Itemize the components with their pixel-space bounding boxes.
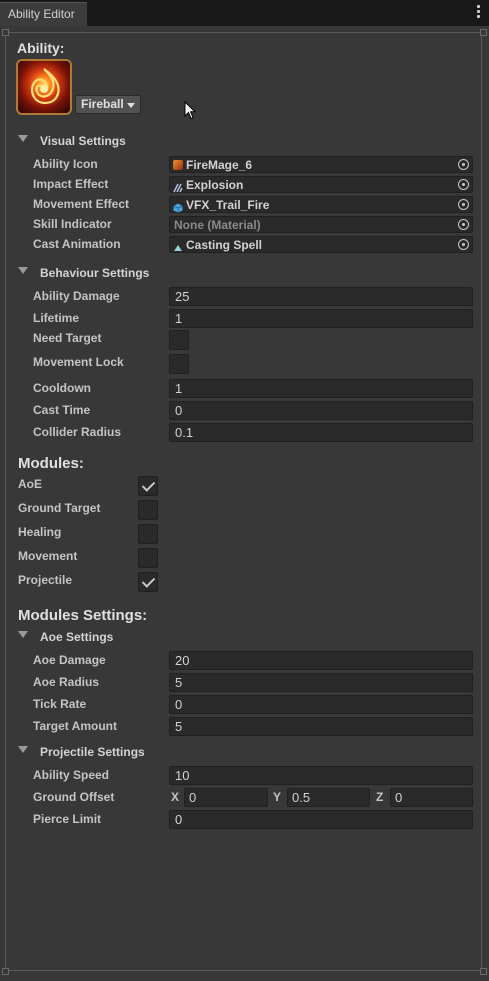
frame-corner bbox=[480, 29, 487, 36]
collider-radius-input[interactable]: 0.1 bbox=[169, 423, 473, 442]
module-aoe-label: AoE bbox=[18, 477, 42, 491]
cooldown-input[interactable]: 1 bbox=[169, 379, 473, 398]
aoe-radius-label: Aoe Radius bbox=[33, 675, 100, 689]
movement-effect-value: VFX_Trail_Fire bbox=[186, 198, 270, 212]
module-projectile-label: Projectile bbox=[18, 573, 73, 587]
impact-effect-field[interactable]: Explosion bbox=[169, 176, 473, 193]
target-amount-input[interactable]: 5 bbox=[169, 717, 473, 736]
ability-heading: Ability: bbox=[17, 40, 65, 56]
object-picker-icon[interactable] bbox=[458, 219, 469, 230]
ground-offset-label: Ground Offset bbox=[33, 790, 115, 804]
ground-offset-z-input[interactable]: 0 bbox=[390, 788, 473, 807]
aoe-damage-input[interactable]: 20 bbox=[169, 651, 473, 670]
projectile-settings-foldout-icon[interactable] bbox=[18, 746, 28, 753]
need-target-checkbox[interactable] bbox=[169, 330, 189, 350]
module-aoe-checkbox[interactable] bbox=[138, 476, 158, 496]
target-amount-label: Target Amount bbox=[33, 719, 117, 733]
movement-lock-label: Movement Lock bbox=[33, 355, 124, 369]
behaviour-settings-foldout-icon[interactable] bbox=[18, 267, 28, 274]
impact-effect-value: Explosion bbox=[186, 178, 244, 192]
ability-select-dropdown[interactable]: Fireball bbox=[75, 95, 141, 114]
aoe-radius-input[interactable]: 5 bbox=[169, 673, 473, 692]
kebab-menu-icon[interactable] bbox=[477, 5, 480, 20]
movement-lock-checkbox[interactable] bbox=[169, 354, 189, 374]
aoe-settings-title[interactable]: Aoe Settings bbox=[40, 630, 113, 644]
cast-animation-label: Cast Animation bbox=[33, 237, 121, 251]
need-target-label: Need Target bbox=[33, 331, 102, 345]
ground-offset-y-label: Y bbox=[273, 790, 282, 804]
object-picker-icon[interactable] bbox=[458, 179, 469, 190]
pierce-limit-input[interactable]: 0 bbox=[169, 810, 473, 829]
tick-rate-input[interactable]: 0 bbox=[169, 695, 473, 714]
movement-effect-label: Movement Effect bbox=[33, 197, 130, 211]
ability-speed-input[interactable]: 10 bbox=[169, 766, 473, 785]
behaviour-settings-title[interactable]: Behaviour Settings bbox=[40, 266, 149, 280]
movement-effect-field[interactable]: VFX_Trail_Fire bbox=[169, 196, 473, 213]
pierce-limit-label: Pierce Limit bbox=[33, 812, 102, 826]
mouse-cursor-icon bbox=[184, 100, 197, 125]
sprite-icon bbox=[173, 160, 183, 170]
aoe-settings-foldout-icon[interactable] bbox=[18, 631, 28, 638]
lifetime-label: Lifetime bbox=[33, 311, 80, 325]
ground-offset-x-input[interactable]: 0 bbox=[184, 788, 268, 807]
object-picker-icon[interactable] bbox=[458, 199, 469, 210]
ability-icon-value: FireMage_6 bbox=[186, 158, 253, 172]
ground-offset-x-label: X bbox=[171, 790, 180, 804]
modules-settings-heading: Modules Settings: bbox=[18, 607, 148, 624]
fireball-ability-icon bbox=[16, 59, 72, 115]
ability-speed-label: Ability Speed bbox=[33, 768, 110, 782]
module-movement-label: Movement bbox=[18, 549, 78, 563]
prefab-icon bbox=[173, 200, 183, 213]
skill-indicator-label: Skill Indicator bbox=[33, 217, 112, 231]
cast-animation-value: Casting Spell bbox=[186, 238, 263, 252]
ability-damage-label: Ability Damage bbox=[33, 289, 120, 303]
impact-effect-label: Impact Effect bbox=[33, 177, 109, 191]
cast-animation-field[interactable]: Casting Spell bbox=[169, 236, 473, 253]
frame-corner bbox=[480, 968, 487, 975]
tab-bar: Ability Editor bbox=[0, 0, 489, 26]
projectile-settings-title[interactable]: Projectile Settings bbox=[40, 745, 145, 759]
ability-icon-label: Ability Icon bbox=[33, 157, 98, 171]
aoe-damage-label: Aoe Damage bbox=[33, 653, 106, 667]
module-ground-target-checkbox[interactable] bbox=[138, 500, 158, 520]
ground-offset-y-input[interactable]: 0.5 bbox=[287, 788, 370, 807]
object-picker-icon[interactable] bbox=[458, 159, 469, 170]
visual-settings-title[interactable]: Visual Settings bbox=[40, 134, 126, 148]
ability-damage-input[interactable]: 25 bbox=[169, 287, 473, 306]
skill-indicator-field[interactable]: None (Material) bbox=[169, 216, 473, 233]
object-picker-icon[interactable] bbox=[458, 239, 469, 250]
vfx-icon bbox=[173, 180, 183, 193]
frame-corner bbox=[2, 29, 9, 36]
module-projectile-checkbox[interactable] bbox=[138, 572, 158, 592]
module-healing-checkbox[interactable] bbox=[138, 524, 158, 544]
animation-clip-icon bbox=[173, 240, 183, 251]
module-ground-target-label: Ground Target bbox=[18, 501, 101, 515]
cast-time-input[interactable]: 0 bbox=[169, 401, 473, 420]
tick-rate-label: Tick Rate bbox=[33, 697, 87, 711]
tab-ability-editor[interactable]: Ability Editor bbox=[0, 2, 87, 26]
module-movement-checkbox[interactable] bbox=[138, 548, 158, 568]
chevron-down-icon bbox=[127, 103, 135, 108]
module-healing-label: Healing bbox=[18, 525, 62, 539]
lifetime-input[interactable]: 1 bbox=[169, 309, 473, 328]
cast-time-label: Cast Time bbox=[33, 403, 91, 417]
visual-settings-foldout-icon[interactable] bbox=[18, 135, 28, 142]
ability-icon-field[interactable]: FireMage_6 bbox=[169, 156, 473, 173]
cooldown-label: Cooldown bbox=[33, 381, 91, 395]
modules-heading: Modules: bbox=[18, 455, 84, 472]
collider-radius-label: Collider Radius bbox=[33, 425, 122, 439]
frame-corner bbox=[2, 968, 9, 975]
skill-indicator-value: None (Material) bbox=[174, 218, 261, 232]
ground-offset-z-label: Z bbox=[376, 790, 384, 804]
ability-select-value: Fireball bbox=[81, 97, 124, 111]
